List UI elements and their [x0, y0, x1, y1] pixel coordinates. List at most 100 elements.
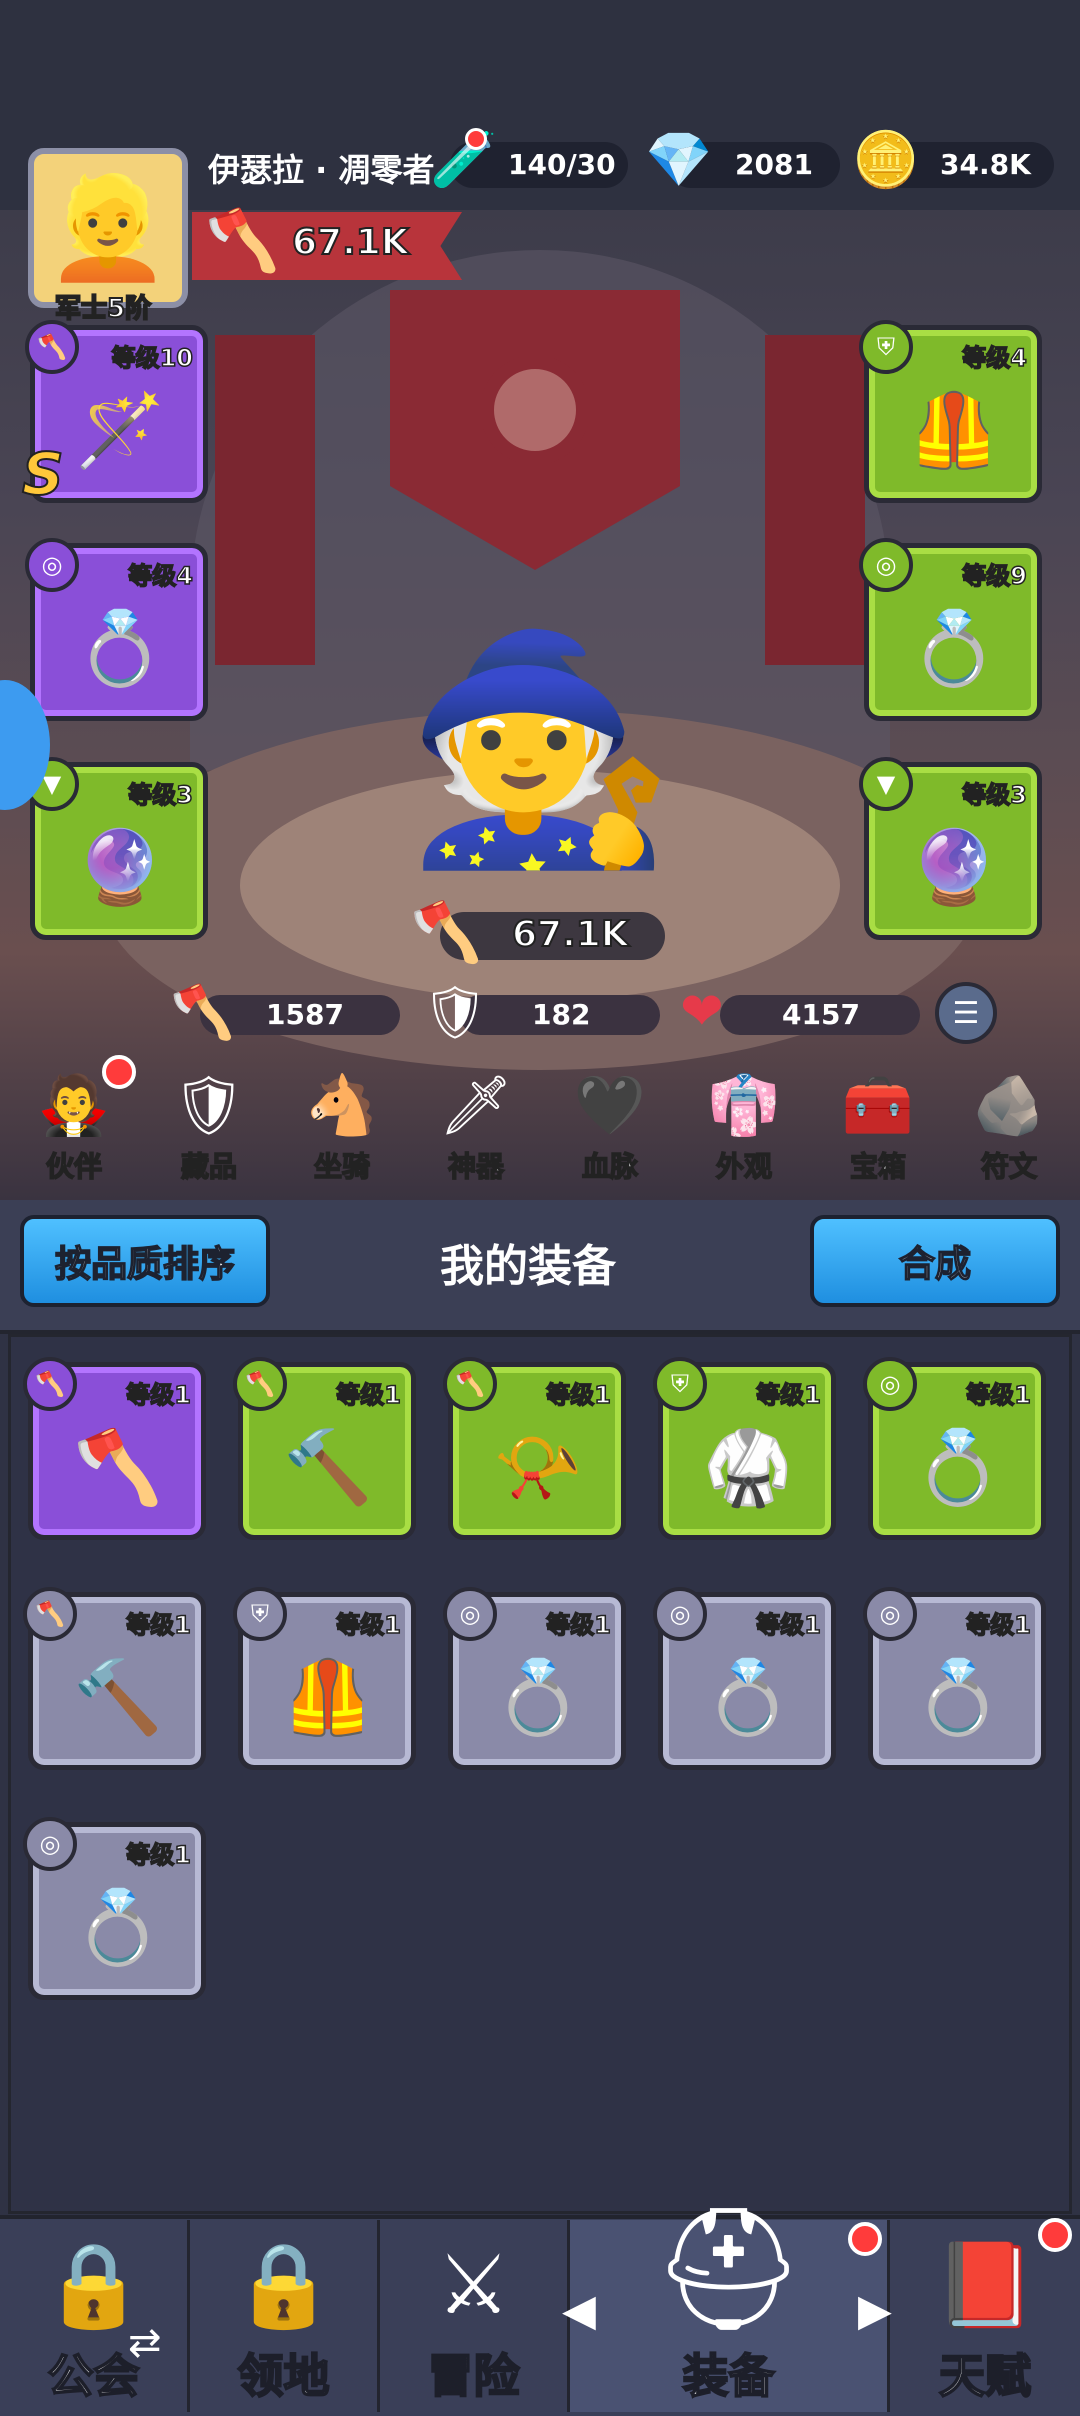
ring-slot-icon: ◎	[443, 1587, 497, 1641]
ring-slot-icon: ◎	[863, 1357, 917, 1411]
axe-slot-icon: 🪓	[23, 1357, 77, 1411]
hammer-icon: 🔨	[283, 1424, 373, 1509]
item-level: 等级1	[126, 1610, 192, 1640]
inventory-item[interactable]: ◎ 等级1 💍	[863, 1357, 1046, 1540]
chevron-left-icon: ◀	[562, 2285, 596, 2336]
armor-icon: 🦺	[909, 387, 999, 472]
ring-icon: 💍	[73, 1884, 163, 1969]
inventory-item[interactable]: ⛨ 等级1 🥋	[653, 1357, 836, 1540]
nav-appearance[interactable]: 👘 外观	[690, 1065, 798, 1185]
defense-value: 182	[532, 998, 591, 1031]
energy-value: 140/30	[508, 148, 616, 181]
item-level: 等级3	[128, 780, 194, 810]
item-level: 等级1	[126, 1840, 192, 1870]
item-level: 等级3	[962, 780, 1028, 810]
energy-notification-dot	[465, 128, 487, 150]
hero-character[interactable]: 🧙	[380, 585, 700, 915]
inventory-item[interactable]: ⛨ 等级1 🦺	[233, 1587, 416, 1770]
tab-adventure[interactable]: ⚔ 冒险	[380, 2220, 570, 2412]
armor-slot-icon: ⛨	[859, 320, 913, 374]
nav-chest[interactable]: 🧰 宝箱	[824, 1065, 932, 1185]
ring-slot-icon: ◎	[653, 1587, 707, 1641]
attack-value: 1587	[266, 998, 344, 1031]
ring-slot-icon: ◎	[863, 1587, 917, 1641]
equipped-slot-right-3[interactable]: ▼ 等级3 🔮	[859, 757, 1042, 940]
nav-rune[interactable]: 🪨 符文	[955, 1065, 1063, 1185]
equipped-slot-right-1[interactable]: ⛨ 等级4 🦺	[859, 320, 1042, 503]
equipped-slot-left-2[interactable]: ◎ 等级4 💍	[25, 538, 208, 721]
inventory-item[interactable]: 🪓 等级1 🔨	[233, 1357, 416, 1540]
talent-book-icon: 📕	[933, 2238, 1037, 2333]
equipped-slot-left-3[interactable]: ▼ 等级3 🔮	[25, 757, 208, 940]
tab-equipment[interactable]: ⛑ 装备	[570, 2200, 890, 2412]
power-icon: 🪓	[205, 206, 280, 276]
inventory-item[interactable]: 🪓 等级1 🔨	[23, 1587, 206, 1770]
player-name: 伊瑟拉 · 凋零者	[208, 151, 435, 189]
inventory-item[interactable]: 🪓 等级1 🪓	[23, 1357, 206, 1540]
axe-slot-icon: 🪓	[443, 1357, 497, 1411]
attack-icon: 🪓	[170, 983, 235, 1043]
avatar[interactable]: 👱	[28, 148, 188, 308]
horn-icon: 📯	[493, 1424, 583, 1509]
tab-territory[interactable]: 🔒 领地	[190, 2220, 380, 2412]
inventory-item[interactable]: 🪓 等级1 📯	[443, 1357, 626, 1540]
rarity-letter: S	[21, 439, 65, 509]
ring-slot-icon: ◎	[859, 538, 913, 592]
stats-detail-button[interactable]: ☰	[935, 982, 997, 1044]
armor-icon: 🥋	[703, 1424, 793, 1509]
feature-nav: 🧛 伙伴 🛡 藏品 🐴 坐骑 🗡 神器 🖤 血脉 👘 外观 🧰 宝箱 🪨 符文	[0, 1055, 1080, 1195]
item-level: 等级1	[966, 1380, 1032, 1410]
inventory-item[interactable]: ◎ 等级1 💍	[443, 1587, 626, 1770]
gems-value: 2081	[735, 148, 813, 181]
player-rank: 军士5阶	[54, 293, 152, 325]
item-level: 等级1	[126, 1380, 192, 1410]
nav-artifact[interactable]: 🗡 神器	[422, 1065, 530, 1185]
banner-left	[215, 335, 315, 665]
amulet-slot-icon: ▼	[859, 757, 913, 811]
armor-slot-icon: ⛨	[233, 1587, 287, 1641]
gold-value: 34.8K	[940, 148, 1031, 181]
ring-slot-icon: ◎	[25, 538, 79, 592]
axe-icon: 🪓	[73, 1424, 163, 1509]
shield-icon: 🛡	[422, 983, 489, 1043]
chest-icon: 🧰	[841, 1070, 915, 1139]
item-level: 等级4	[128, 561, 194, 591]
gold-coin-icon: 🪙	[852, 128, 920, 191]
talent-notification-dot	[1038, 2218, 1072, 2252]
heart-icon: ❤	[680, 982, 724, 1042]
item-level: 等级10	[111, 343, 194, 373]
axe-slot-icon: 🪓	[233, 1357, 287, 1411]
rune-icon: 🪨	[972, 1070, 1046, 1139]
nav-collection[interactable]: 🛡 藏品	[155, 1065, 263, 1185]
item-level: 等级1	[546, 1380, 612, 1410]
nav-mount[interactable]: 🐴 坐骑	[288, 1065, 396, 1185]
gem-icon: 💎	[645, 128, 713, 191]
item-level: 等级1	[756, 1380, 822, 1410]
axe-slot-icon: 🪓	[23, 1587, 77, 1641]
power-value: 67.1K	[291, 221, 410, 264]
bloodline-icon: 🖤	[573, 1070, 647, 1139]
list-icon: ☰	[952, 995, 980, 1031]
amulet-icon: 🔮	[75, 824, 165, 909]
item-level: 等级1	[336, 1610, 402, 1640]
inventory-item[interactable]: ◎ 等级1 💍	[23, 1817, 206, 2000]
inventory-item[interactable]: ◎ 等级1 💍	[863, 1587, 1046, 1770]
staff-icon: 🪄	[75, 387, 165, 472]
sort-by-quality-button[interactable]: 按品质排序	[20, 1215, 270, 1307]
tab-guild[interactable]: 🔒 公会	[0, 2220, 190, 2412]
swap-icon: ⇄	[128, 2320, 162, 2366]
inventory-item[interactable]: ◎ 等级1 💍	[653, 1587, 836, 1770]
item-level: 等级9	[962, 561, 1028, 591]
collection-icon: 🛡	[172, 1070, 246, 1139]
item-level: 等级1	[756, 1610, 822, 1640]
nav-bloodline[interactable]: 🖤 血脉	[556, 1065, 664, 1185]
vest-icon: 🦺	[283, 1654, 373, 1739]
ring-icon: 💍	[703, 1654, 793, 1739]
hp-value: 4157	[782, 998, 860, 1031]
banner-right	[765, 335, 865, 665]
equipped-slot-right-2[interactable]: ◎ 等级9 💍	[859, 538, 1042, 721]
ring-icon: 💍	[909, 605, 999, 690]
ring-slot-icon: ◎	[23, 1817, 77, 1871]
lock-icon: 🔒	[232, 2238, 335, 2333]
merge-button[interactable]: 合成	[810, 1215, 1060, 1307]
